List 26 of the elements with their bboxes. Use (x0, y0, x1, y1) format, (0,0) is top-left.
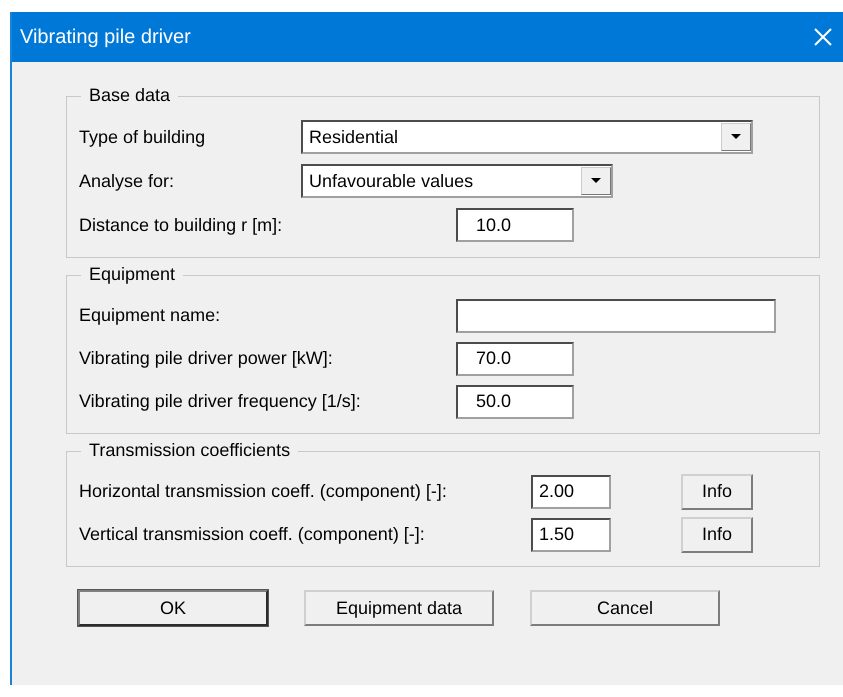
field-label: Type of building (79, 126, 206, 148)
window-title: Vibrating pile driver (20, 26, 191, 48)
dropdown[interactable]: Unfavourable values (301, 164, 613, 198)
input-field[interactable]: 1.50 (531, 518, 611, 552)
caret-icon (731, 134, 741, 140)
field-label: Analyse for: (79, 170, 176, 192)
dialog-button[interactable]: Equipment data (304, 590, 494, 626)
dropdown[interactable]: Residential (301, 120, 753, 154)
info-button[interactable]: Info (681, 474, 753, 510)
input-field[interactable] (456, 298, 776, 332)
field-label: Horizontal transmission coeff. (component) [-]: (79, 481, 448, 502)
dialog-button[interactable]: Cancel (530, 590, 720, 626)
input-field[interactable]: 50.0 (456, 384, 574, 418)
dialog-button[interactable]: OK (78, 590, 268, 626)
info-button[interactable]: Info (681, 516, 753, 552)
close-icon[interactable] (813, 27, 833, 47)
input-field[interactable]: 2.00 (531, 474, 611, 508)
field-label: Equipment name: (79, 305, 222, 326)
field-label: Vibrating pile driver frequency [1/s]: (79, 391, 362, 412)
group-title: Equipment (81, 264, 184, 285)
field-label: Vertical transmission coeff. (component) [-]: (79, 524, 426, 545)
caret-icon (591, 178, 601, 184)
field-label: Distance to building r [m]: (79, 214, 284, 236)
input-field[interactable]: 10.0 (456, 208, 574, 242)
field-label: Vibrating pile driver power [kW]: (79, 348, 334, 369)
input-field[interactable]: 70.0 (456, 342, 574, 376)
